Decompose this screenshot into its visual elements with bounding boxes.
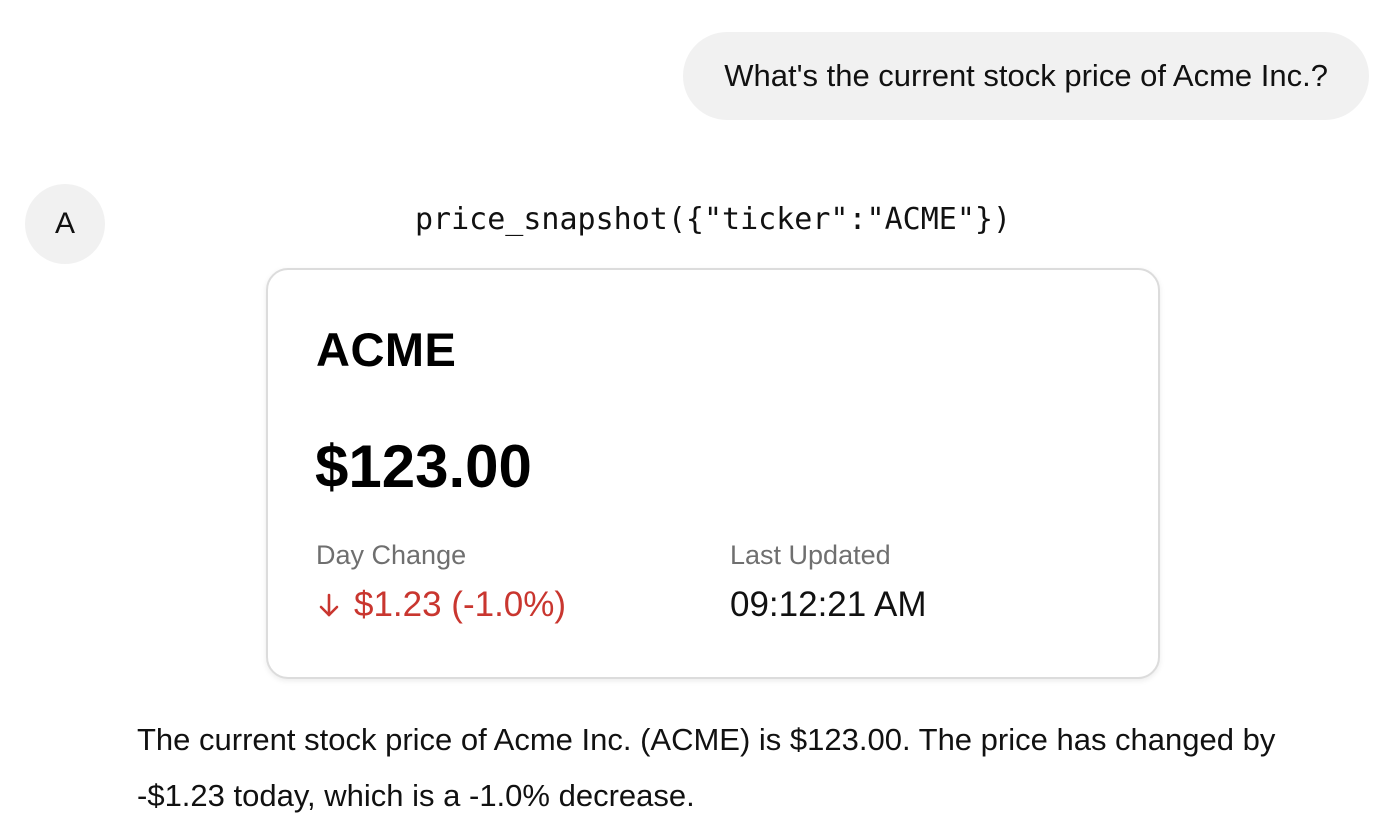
last-updated-label: Last Updated <box>730 540 891 570</box>
chat-page: What's the current stock price of Acme I… <box>0 0 1398 840</box>
day-change-metric: Day Change $1.23 (-1.0%) <box>316 538 566 626</box>
last-updated-metric: Last Updated 09:12:21 AM <box>730 538 927 626</box>
user-message-bubble: What's the current stock price of Acme I… <box>683 32 1369 120</box>
assistant-avatar: A <box>25 184 105 264</box>
day-change-value-row: $1.23 (-1.0%) <box>316 584 566 626</box>
avatar-letter: A <box>54 207 75 240</box>
assistant-reply-text: The current stock price of Acme Inc. (AC… <box>137 722 1276 813</box>
current-price: $123.00 <box>315 433 532 500</box>
user-message-text: What's the current stock price of Acme I… <box>724 58 1328 93</box>
day-change-value: $1.23 (-1.0%) <box>354 585 567 624</box>
day-change-label: Day Change <box>316 540 467 570</box>
ticker-symbol: ACME <box>316 323 457 376</box>
arrow-down-icon <box>319 593 339 617</box>
last-updated-value: 09:12:21 AM <box>730 585 927 624</box>
tool-call-label: price_snapshot({"ticker":"ACME"}) <box>414 202 1012 237</box>
price-snapshot-card: ACME $123.00 Day Change $1.23 (-1.0%) La… <box>266 268 1160 679</box>
